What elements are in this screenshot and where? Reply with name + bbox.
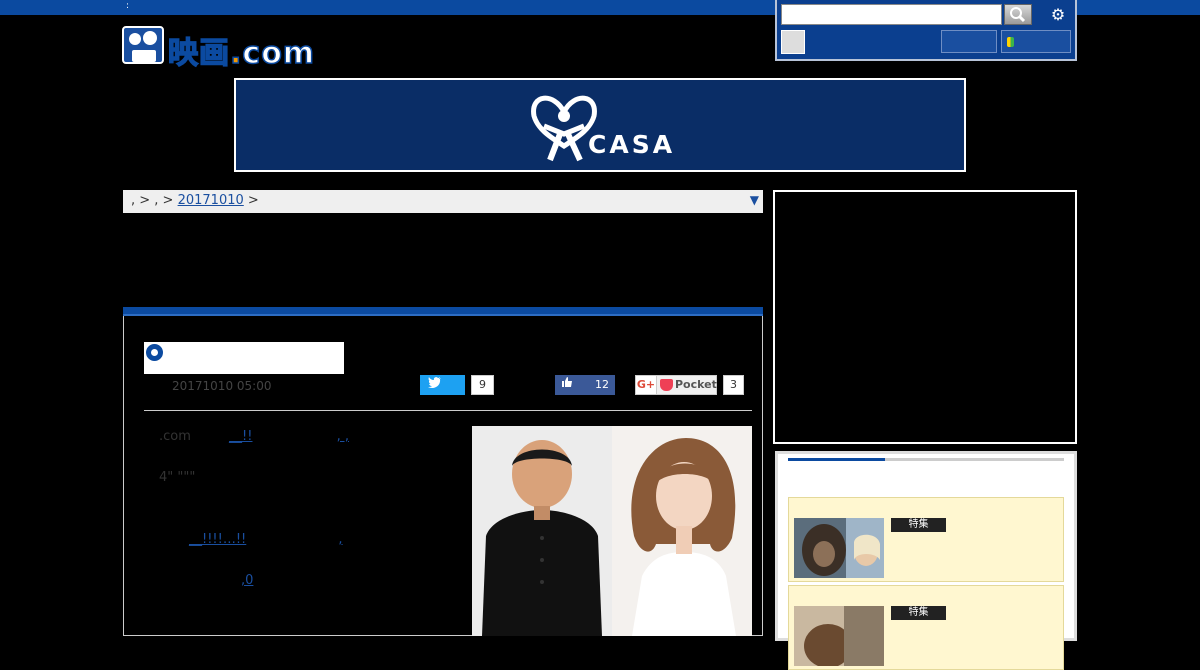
sidebar-ad[interactable] bbox=[773, 190, 1077, 444]
article-photo-woman[interactable] bbox=[612, 426, 752, 636]
banner-brand-text: CASA bbox=[588, 130, 676, 159]
pocket-label: Pocket bbox=[675, 378, 717, 391]
article-paragraph: ,0 bbox=[241, 573, 253, 588]
feature-card[interactable]: 特集 bbox=[788, 497, 1064, 582]
article-link[interactable]: , , bbox=[337, 429, 349, 444]
top-bar-text: : bbox=[126, 1, 130, 11]
pocket-icon bbox=[660, 379, 673, 391]
twitter-share-count: 9 bbox=[471, 375, 494, 395]
article-link[interactable]: ,0 bbox=[241, 573, 253, 588]
site-logo[interactable]: 映画.com bbox=[122, 24, 327, 72]
pocket-save-button[interactable]: Pocket bbox=[656, 375, 717, 395]
article-title-box bbox=[144, 342, 344, 374]
facebook-like-count: 12 bbox=[595, 378, 609, 391]
feature-card[interactable]: 特集 bbox=[788, 585, 1064, 670]
breadcrumb-separator: > bbox=[247, 193, 259, 208]
sidebar-tab-indicator[interactable] bbox=[788, 458, 1064, 461]
gplus-share-button[interactable]: G+ bbox=[635, 375, 657, 395]
beginner-mark-icon bbox=[1007, 37, 1014, 47]
article-paragraph: .com __!! , , bbox=[159, 429, 350, 444]
article-paragraph: 4" """ bbox=[159, 470, 196, 485]
gear-icon[interactable]: ⚙ bbox=[1047, 4, 1069, 25]
article: 20171010 05:00 9 12 G+ Pocket 3 .com __!… bbox=[123, 316, 763, 636]
divider bbox=[144, 410, 752, 411]
article-link[interactable]: __!! bbox=[229, 429, 252, 444]
breadcrumb-separator: , > , > bbox=[131, 193, 174, 208]
feature-tag: 特集 bbox=[891, 518, 946, 532]
circle-bullet-icon bbox=[146, 344, 163, 361]
feature-thumbnail bbox=[794, 518, 884, 578]
avatar[interactable] bbox=[781, 30, 805, 54]
man-portrait-image bbox=[472, 426, 612, 636]
section-header-strip bbox=[123, 307, 763, 316]
sidebar-features-panel: 特集 特集 bbox=[775, 451, 1077, 670]
pocket-count: 3 bbox=[723, 375, 744, 395]
article-date: 20171010 05:00 bbox=[172, 379, 272, 393]
article-link[interactable]: , bbox=[338, 532, 342, 547]
search-button[interactable] bbox=[1004, 4, 1032, 25]
feature-tag: 特集 bbox=[891, 606, 946, 620]
breadcrumb: , > , > 20171010 > ▼ bbox=[123, 190, 763, 213]
search-input[interactable] bbox=[781, 4, 1002, 25]
article-link[interactable]: __!!!!…!! bbox=[189, 532, 246, 547]
facebook-like-button[interactable]: 12 bbox=[555, 375, 615, 395]
user-box: ⚙ bbox=[775, 0, 1077, 61]
login-button[interactable] bbox=[941, 30, 997, 53]
camera-logo-icon bbox=[122, 26, 164, 64]
search-icon bbox=[1010, 7, 1026, 23]
article-photo-man[interactable] bbox=[472, 426, 612, 636]
article-paragraph: __!!!!…!! , bbox=[189, 532, 343, 547]
twitter-share-button[interactable] bbox=[420, 375, 465, 395]
feature-thumbnail bbox=[794, 606, 884, 666]
breadcrumb-date-link[interactable]: 20171010 bbox=[178, 193, 244, 208]
logo-text: 映画.com bbox=[167, 35, 316, 72]
woman-portrait-image bbox=[612, 426, 752, 636]
breadcrumb-toggle[interactable]: ▼ bbox=[750, 193, 759, 207]
beginner-button[interactable] bbox=[1001, 30, 1071, 53]
thumbs-up-icon bbox=[562, 377, 572, 387]
ad-banner[interactable]: CASA bbox=[234, 78, 966, 172]
twitter-icon bbox=[428, 377, 441, 389]
